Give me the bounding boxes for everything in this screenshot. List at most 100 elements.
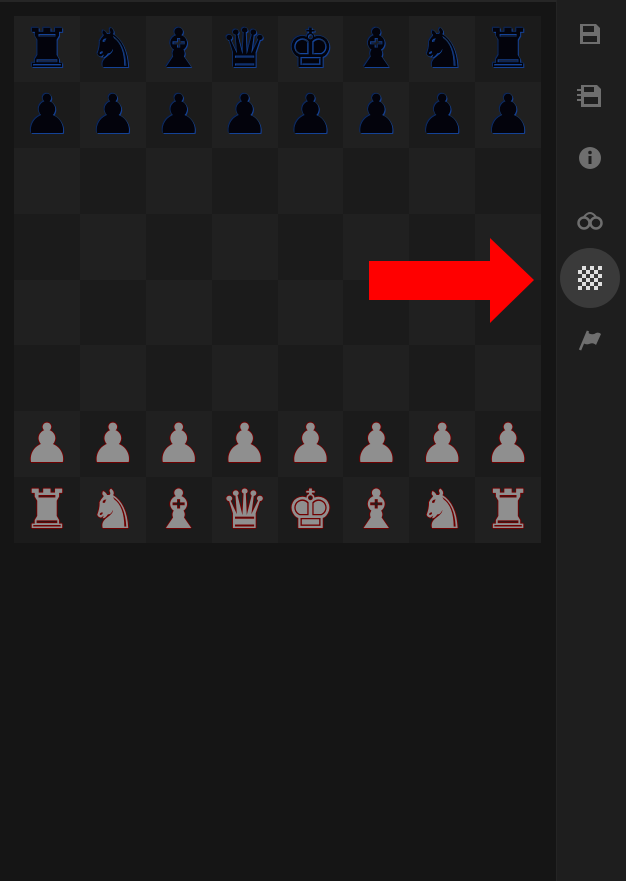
square-f6[interactable] — [343, 147, 410, 214]
square-b6[interactable] — [79, 147, 146, 214]
black-pawn-icon[interactable]: ♟ — [352, 87, 400, 142]
square-g6[interactable] — [409, 147, 476, 214]
black-pawn-icon[interactable]: ♟ — [484, 87, 532, 142]
square-c4[interactable] — [145, 279, 212, 346]
square-a8[interactable]: ♜ — [14, 16, 80, 82]
square-f2[interactable]: ♟ — [343, 411, 410, 478]
black-rook-icon[interactable]: ♜ — [484, 21, 532, 76]
square-a1[interactable]: ♜ — [14, 477, 80, 543]
square-d1[interactable]: ♛ — [211, 477, 278, 543]
square-e6[interactable] — [277, 147, 344, 214]
square-a5[interactable] — [14, 213, 80, 280]
square-a2[interactable]: ♟ — [14, 411, 80, 478]
square-a4[interactable] — [14, 279, 80, 346]
black-pawn-icon[interactable]: ♟ — [154, 87, 202, 142]
square-d3[interactable] — [211, 345, 278, 412]
white-rook-icon[interactable]: ♜ — [23, 483, 71, 537]
white-pawn-icon[interactable]: ♟ — [418, 417, 466, 471]
black-bishop-icon[interactable]: ♝ — [154, 21, 202, 76]
square-e4[interactable] — [277, 279, 344, 346]
black-knight-icon[interactable]: ♞ — [89, 21, 137, 76]
black-bishop-icon[interactable]: ♝ — [352, 21, 400, 76]
square-e5[interactable] — [277, 213, 344, 280]
white-king-icon[interactable]: ♚ — [286, 483, 334, 537]
square-c3[interactable] — [145, 345, 212, 412]
square-a3[interactable] — [14, 345, 80, 412]
handcuffs-icon — [577, 212, 603, 230]
square-d8[interactable]: ♛ — [211, 16, 278, 82]
square-e1[interactable]: ♚ — [277, 477, 344, 543]
white-pawn-icon[interactable]: ♟ — [484, 417, 532, 471]
white-pawn-icon[interactable]: ♟ — [352, 417, 400, 471]
black-pawn-icon[interactable]: ♟ — [23, 87, 71, 142]
square-h3[interactable] — [475, 345, 541, 412]
square-b8[interactable]: ♞ — [79, 16, 146, 82]
square-d5[interactable] — [211, 213, 278, 280]
square-d7[interactable]: ♟ — [211, 81, 278, 148]
resign-button[interactable] — [560, 310, 620, 370]
square-f3[interactable] — [343, 345, 410, 412]
board-theme-button[interactable] — [560, 248, 620, 308]
white-knight-icon[interactable]: ♞ — [89, 483, 137, 537]
square-c2[interactable]: ♟ — [145, 411, 212, 478]
white-pawn-icon[interactable]: ♟ — [89, 417, 137, 471]
square-b3[interactable] — [79, 345, 146, 412]
square-g3[interactable] — [409, 345, 476, 412]
square-g8[interactable]: ♞ — [409, 16, 476, 82]
black-pawn-icon[interactable]: ♟ — [89, 87, 137, 142]
white-knight-icon[interactable]: ♞ — [418, 483, 466, 537]
white-pawn-icon[interactable]: ♟ — [23, 417, 71, 471]
square-e7[interactable]: ♟ — [277, 81, 344, 148]
black-knight-icon[interactable]: ♞ — [418, 21, 466, 76]
white-pawn-icon[interactable]: ♟ — [154, 417, 202, 471]
square-f8[interactable]: ♝ — [343, 16, 410, 82]
black-pawn-icon[interactable]: ♟ — [220, 87, 268, 142]
square-e2[interactable]: ♟ — [277, 411, 344, 478]
white-pawn-icon[interactable]: ♟ — [220, 417, 268, 471]
black-king-icon[interactable]: ♚ — [286, 21, 334, 76]
save-as-button[interactable] — [560, 66, 620, 126]
square-a7[interactable]: ♟ — [14, 81, 80, 148]
square-e3[interactable] — [277, 345, 344, 412]
square-f7[interactable]: ♟ — [343, 81, 410, 148]
black-rook-icon[interactable]: ♜ — [23, 21, 71, 76]
square-b5[interactable] — [79, 213, 146, 280]
square-d2[interactable]: ♟ — [211, 411, 278, 478]
white-rook-icon[interactable]: ♜ — [484, 483, 532, 537]
square-g1[interactable]: ♞ — [409, 477, 476, 543]
square-h6[interactable] — [475, 147, 541, 214]
white-queen-icon[interactable]: ♛ — [220, 483, 268, 537]
square-h7[interactable]: ♟ — [475, 81, 541, 148]
square-c7[interactable]: ♟ — [145, 81, 212, 148]
black-queen-icon[interactable]: ♛ — [220, 21, 268, 76]
square-b7[interactable]: ♟ — [79, 81, 146, 148]
square-h2[interactable]: ♟ — [475, 411, 541, 478]
square-g2[interactable]: ♟ — [409, 411, 476, 478]
flag-icon — [578, 330, 601, 351]
sidebar — [556, 0, 626, 881]
square-c6[interactable] — [145, 147, 212, 214]
white-pawn-icon[interactable]: ♟ — [286, 417, 334, 471]
white-bishop-icon[interactable]: ♝ — [352, 483, 400, 537]
black-pawn-icon[interactable]: ♟ — [418, 87, 466, 142]
handcuffs-button[interactable] — [560, 190, 620, 250]
square-d4[interactable] — [211, 279, 278, 346]
black-pawn-icon[interactable]: ♟ — [286, 87, 334, 142]
info-button[interactable] — [560, 128, 620, 188]
square-c8[interactable]: ♝ — [145, 16, 212, 82]
square-e8[interactable]: ♚ — [277, 16, 344, 82]
square-h1[interactable]: ♜ — [475, 477, 541, 543]
square-f1[interactable]: ♝ — [343, 477, 410, 543]
white-bishop-icon[interactable]: ♝ — [154, 483, 202, 537]
square-d6[interactable] — [211, 147, 278, 214]
square-c1[interactable]: ♝ — [145, 477, 212, 543]
save-icon — [580, 24, 600, 44]
square-c5[interactable] — [145, 213, 212, 280]
square-b2[interactable]: ♟ — [79, 411, 146, 478]
square-b4[interactable] — [79, 279, 146, 346]
square-b1[interactable]: ♞ — [79, 477, 146, 543]
square-h8[interactable]: ♜ — [475, 16, 541, 82]
save-button[interactable] — [560, 4, 620, 64]
square-g7[interactable]: ♟ — [409, 81, 476, 148]
square-a6[interactable] — [14, 147, 80, 214]
